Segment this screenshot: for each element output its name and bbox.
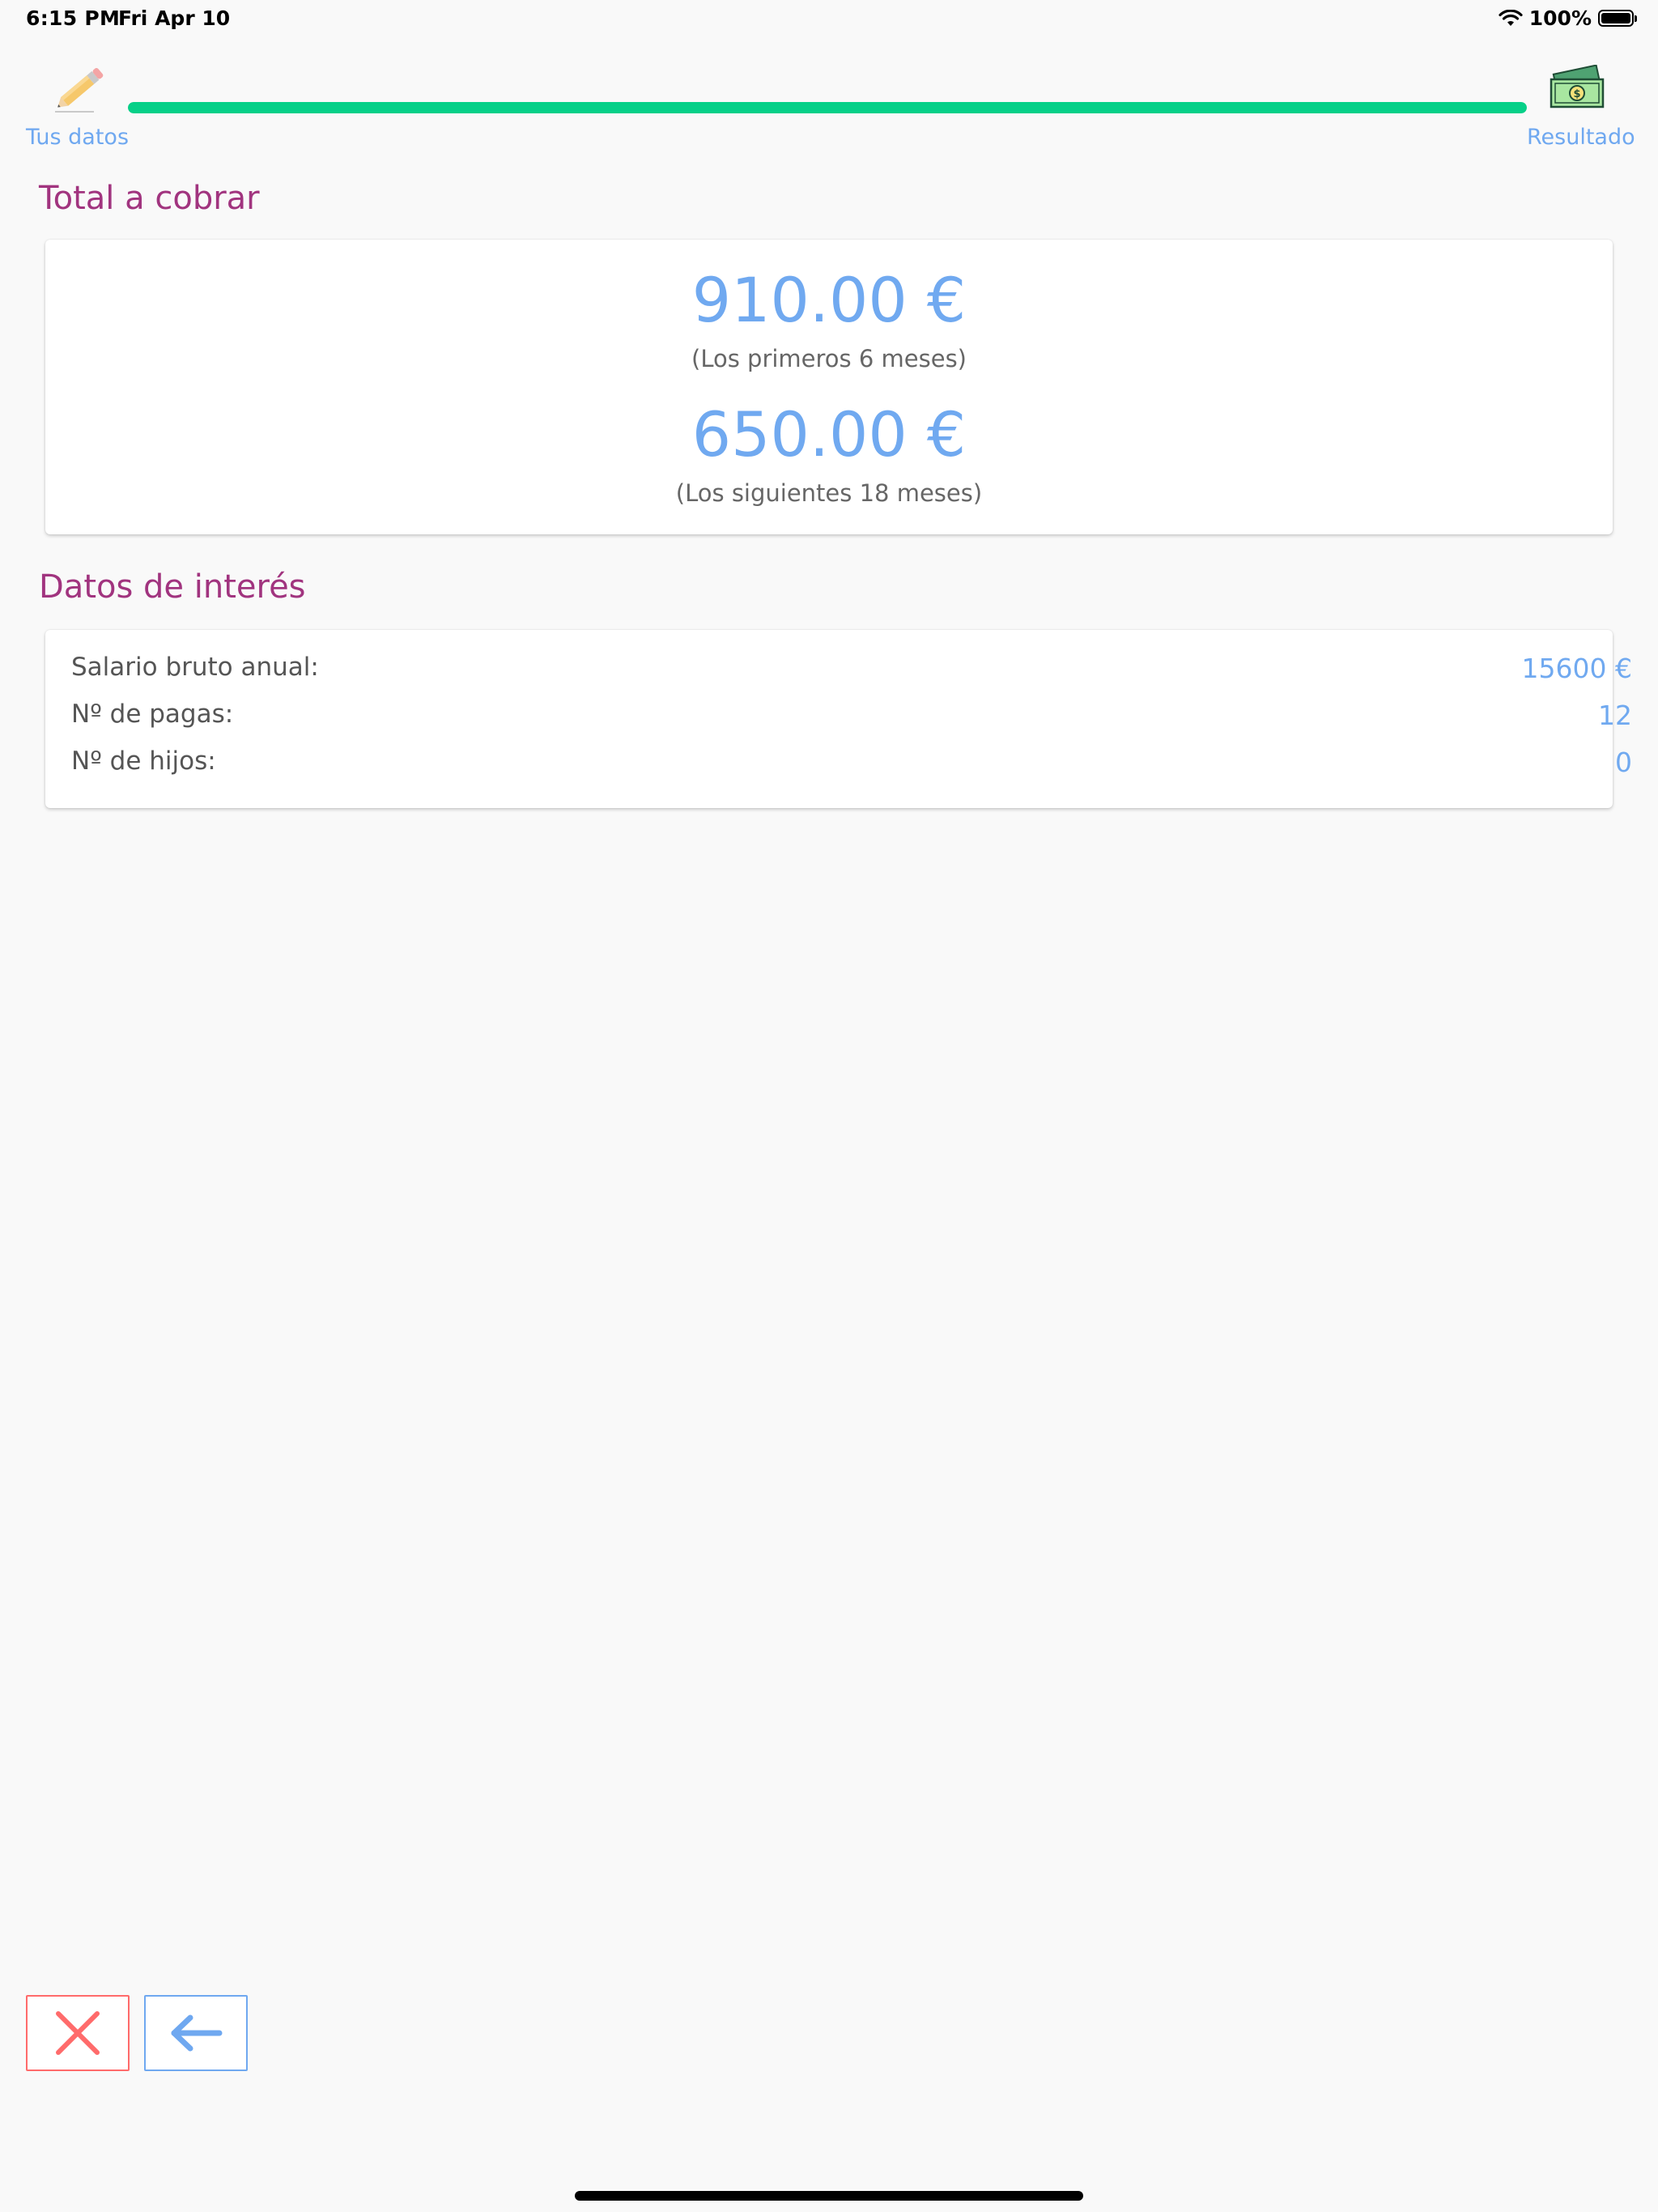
pencil-icon[interactable] <box>49 60 110 117</box>
total-section-title: Total a cobrar <box>39 180 260 217</box>
info-section-title: Datos de interés <box>39 568 306 606</box>
info-card: Salario bruto anual: 15600 € Nº de pagas… <box>45 630 1632 808</box>
progress-bar <box>128 102 1527 113</box>
info-value: 15600 € <box>1521 653 1632 684</box>
status-time: 6:15 PM <box>26 6 121 30</box>
total-card: 910.00 € (Los primeros 6 meses) 650.00 €… <box>45 240 1613 534</box>
step-label-tus-datos[interactable]: Tus datos <box>26 125 129 150</box>
amount-second-note: (Los siguientes 18 meses) <box>675 479 983 507</box>
arrow-left-icon <box>171 2014 223 2052</box>
amount-second: 650.00 € <box>691 398 967 470</box>
info-row-children: Nº de hijos: 0 <box>71 747 1632 785</box>
status-date: Fri Apr 10 <box>118 6 231 30</box>
info-value: 12 <box>1598 700 1632 731</box>
status-bar: 6:15 PM Fri Apr 10 100% <box>0 0 1658 39</box>
status-right: 100% <box>1499 6 1637 30</box>
info-row-payments: Nº de pagas: 12 <box>71 700 1632 738</box>
svg-text:$: $ <box>1573 88 1580 100</box>
info-label: Nº de pagas: <box>71 700 234 729</box>
amount-first-note: (Los primeros 6 meses) <box>691 345 967 372</box>
info-label: Nº de hijos: <box>71 747 216 776</box>
back-button[interactable] <box>144 1995 248 2071</box>
info-row-salary: Salario bruto anual: 15600 € <box>71 653 1632 691</box>
cancel-button[interactable] <box>26 1995 130 2071</box>
battery-percent: 100% <box>1528 6 1592 30</box>
info-value: 0 <box>1615 747 1632 778</box>
battery-icon <box>1598 10 1637 27</box>
progress-fill <box>128 102 1527 113</box>
money-icon[interactable]: $ <box>1548 65 1606 112</box>
amount-first: 910.00 € <box>691 264 967 336</box>
wifi-icon <box>1499 9 1523 26</box>
info-label: Salario bruto anual: <box>71 653 319 682</box>
close-icon <box>56 2011 100 2055</box>
home-indicator[interactable] <box>575 2191 1083 2201</box>
step-label-resultado[interactable]: Resultado <box>1527 125 1635 150</box>
